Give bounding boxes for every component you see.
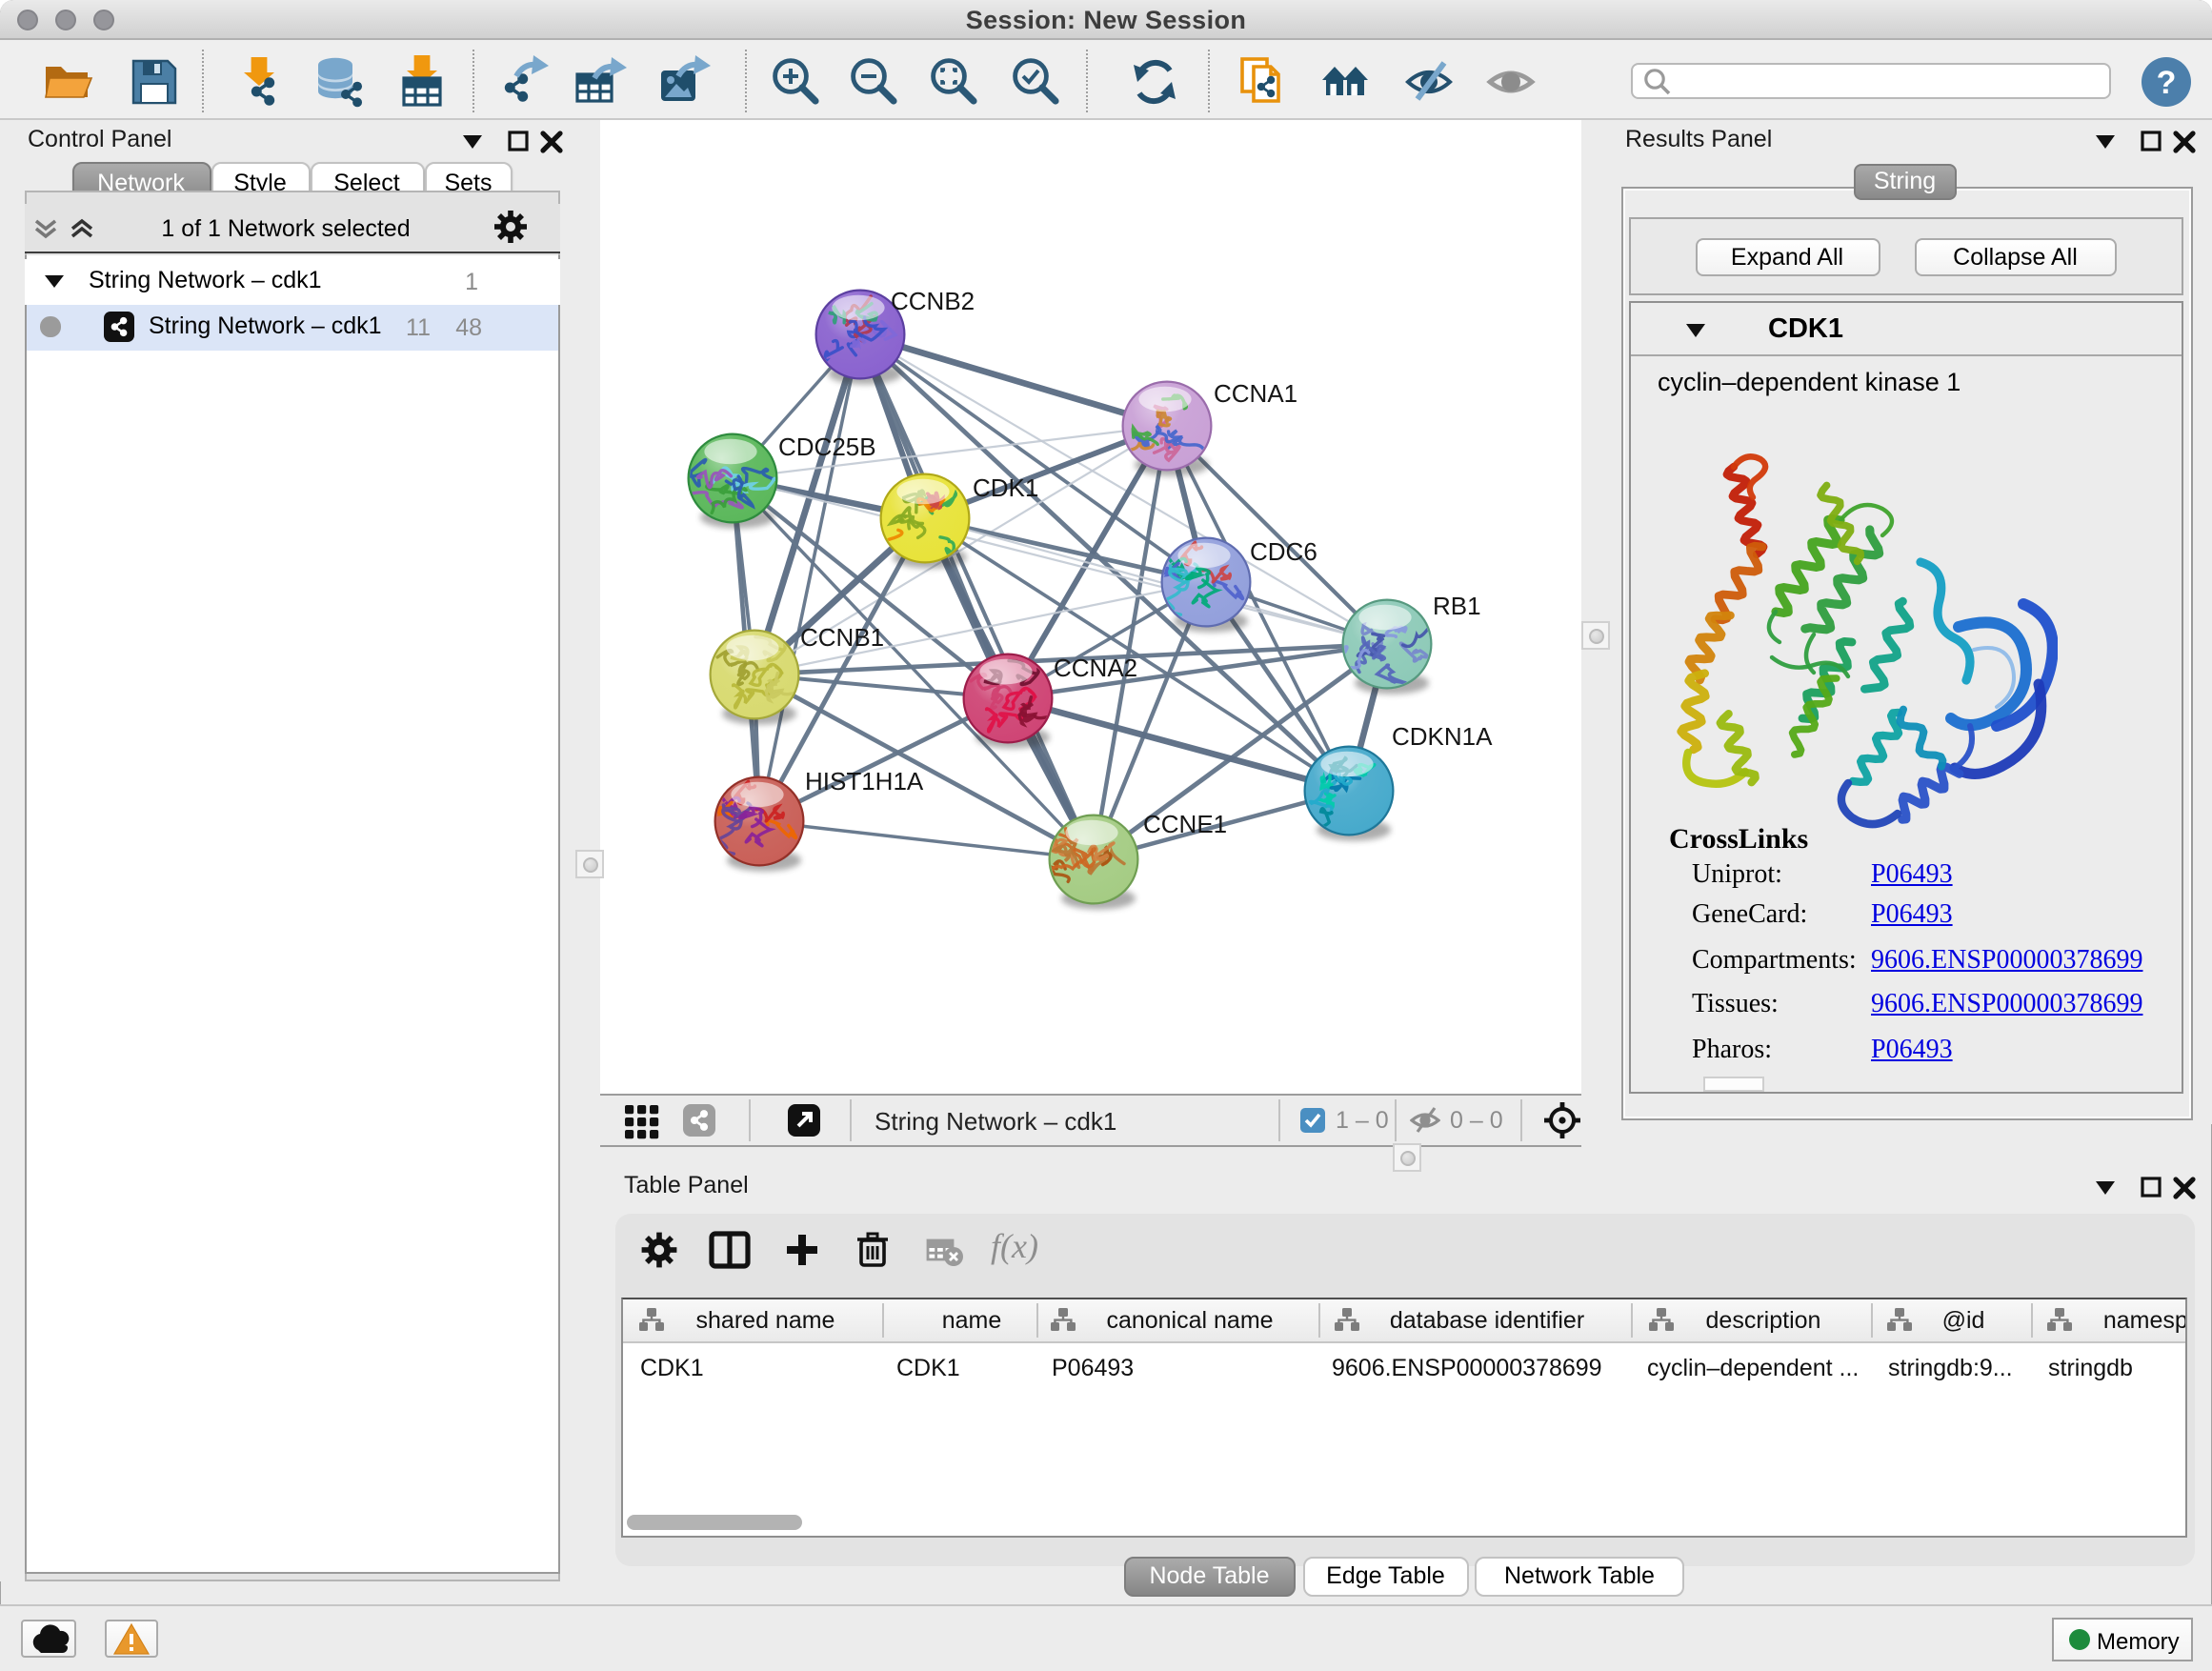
svg-text:CCNE1: CCNE1 [1142, 810, 1226, 838]
svg-text:CCNB2: CCNB2 [890, 287, 974, 315]
svg-text:CDKN1A: CDKN1A [1391, 722, 1492, 751]
svg-text:CCNA1: CCNA1 [1213, 379, 1297, 408]
svg-text:HIST1H1A: HIST1H1A [804, 767, 923, 795]
svg-text:?: ? [2157, 65, 2177, 101]
svg-text:CCNA2: CCNA2 [1053, 654, 1136, 682]
svg-text:CDC25B: CDC25B [777, 433, 875, 461]
svg-text:CCNB1: CCNB1 [799, 623, 883, 652]
svg-text:RB1: RB1 [1432, 592, 1480, 620]
svg-text:CDK1: CDK1 [972, 473, 1037, 502]
svg-text:CDC6: CDC6 [1249, 537, 1317, 566]
